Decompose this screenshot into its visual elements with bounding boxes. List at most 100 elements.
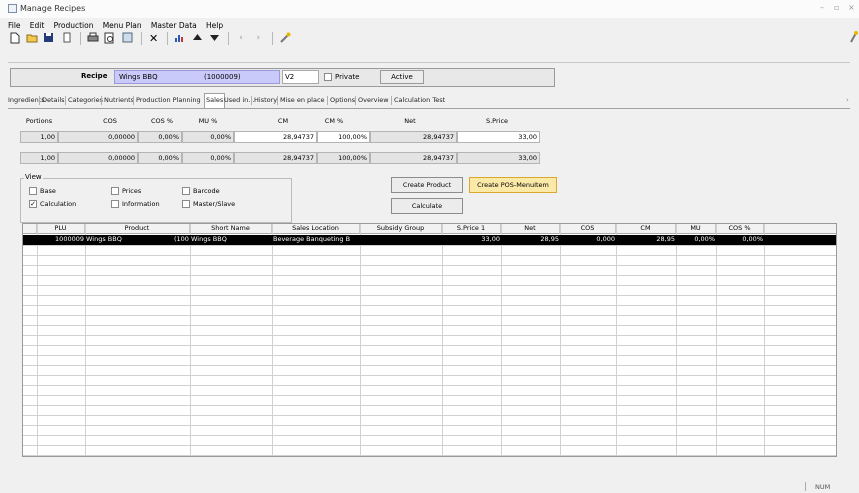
- settings-icon[interactable]: [278, 32, 291, 45]
- calc-sprice[interactable]: 33,00: [457, 131, 540, 143]
- tab-history[interactable]: History: [254, 94, 277, 107]
- th-short-name[interactable]: Short Name: [190, 224, 272, 234]
- chart-icon[interactable]: [174, 32, 187, 45]
- grid-row-line: [23, 295, 836, 296]
- grid-col-line: [501, 224, 502, 456]
- num-lock-indicator: NUM: [815, 483, 831, 491]
- status-bar: [0, 480, 859, 493]
- open-icon[interactable]: [25, 32, 38, 45]
- base-checkbox[interactable]: [29, 187, 37, 195]
- tab-sales[interactable]: Sales: [204, 93, 226, 108]
- grid-col-line: [442, 224, 443, 456]
- th-sprice1[interactable]: S.Price 1: [442, 224, 501, 234]
- right-toolbar-icon[interactable]: [849, 30, 858, 44]
- private-checkbox[interactable]: [324, 73, 332, 81]
- grid-row-line: [23, 435, 836, 436]
- master-slave-checkbox[interactable]: [182, 200, 190, 208]
- grid-row-line: [23, 415, 836, 416]
- copy-icon[interactable]: [60, 32, 73, 45]
- th-cm[interactable]: CM: [616, 224, 676, 234]
- th-mu[interactable]: MU: [676, 224, 716, 234]
- th-product[interactable]: Product: [85, 224, 190, 234]
- title-bar: [0, 0, 859, 18]
- table-row[interactable]: 1000009 Wings BBQ (100 Wings BBQ Beverag…: [23, 235, 836, 245]
- calc-cm[interactable]: 28,94737: [234, 131, 317, 143]
- grid-col-line: [676, 224, 677, 456]
- barcode-label: Barcode: [193, 187, 220, 195]
- tab-overview[interactable]: Overview: [358, 94, 389, 107]
- menu-help[interactable]: Help: [206, 21, 223, 30]
- menu-edit[interactable]: Edit: [30, 21, 45, 30]
- tab-used-in[interactable]: Used in...: [224, 94, 254, 107]
- save-icon[interactable]: [42, 32, 55, 45]
- up-arrow-icon[interactable]: [191, 32, 204, 45]
- tab-categories[interactable]: Categories: [68, 94, 103, 107]
- close-button[interactable]: ×: [848, 3, 855, 12]
- calc-portions[interactable]: 1,00: [20, 131, 58, 143]
- tab-nutrients[interactable]: Nutrients: [104, 94, 134, 107]
- tab-details[interactable]: Details: [42, 94, 65, 107]
- grid-col-line: [360, 224, 361, 456]
- menu-bar: File Edit Production Menu Plan Master Da…: [0, 18, 859, 31]
- menu-production[interactable]: Production: [54, 21, 94, 30]
- th-cos-pct[interactable]: COS %: [716, 224, 764, 234]
- grid-row-line: [23, 355, 836, 356]
- menu-file[interactable]: File: [8, 21, 21, 30]
- calc-cos-pct-2: 0,00%: [138, 152, 182, 164]
- th-cos[interactable]: COS: [560, 224, 616, 234]
- window-title: Manage Recipes: [20, 4, 86, 13]
- tab-calculation-test[interactable]: Calculation Test: [394, 94, 445, 107]
- information-checkbox[interactable]: [111, 200, 119, 208]
- grid-row-line: [23, 315, 836, 316]
- cell-sales-location: Beverage Banqueting B: [273, 235, 351, 243]
- th-sales-location[interactable]: Sales Location: [272, 224, 360, 234]
- grid-row-line: [23, 265, 836, 266]
- th-plu[interactable]: PLU: [37, 224, 85, 234]
- grid-col-line: [616, 224, 617, 456]
- grid-row-line: [23, 425, 836, 426]
- th-net[interactable]: Net: [501, 224, 560, 234]
- minimize-button[interactable]: –: [820, 3, 824, 12]
- cell-product-code: (100: [174, 235, 189, 243]
- maximize-button[interactable]: ▫: [834, 3, 839, 12]
- create-product-button[interactable]: Create Product: [391, 177, 463, 193]
- calc-sprice-2: 33,00: [457, 152, 540, 164]
- active-button[interactable]: Active: [380, 70, 424, 84]
- information-label: Information: [122, 200, 160, 208]
- tab-options[interactable]: Options: [330, 94, 355, 107]
- master-slave-label: Master/Slave: [193, 200, 236, 208]
- preview-icon[interactable]: [103, 32, 116, 45]
- down-arrow-icon[interactable]: [208, 32, 221, 45]
- barcode-checkbox[interactable]: [182, 187, 190, 195]
- redo-icon[interactable]: ›: [252, 32, 265, 45]
- col-header-portions: Portions: [25, 117, 53, 125]
- col-header-mu-pct: MU %: [198, 117, 218, 125]
- menu-master-data[interactable]: Master Data: [151, 21, 197, 30]
- tab-scroll-arrow-icon[interactable]: ›: [846, 96, 849, 104]
- new-icon[interactable]: [8, 32, 21, 45]
- export-icon[interactable]: [121, 32, 134, 45]
- th-subsidy-group[interactable]: Subsidy Group: [360, 224, 442, 234]
- cell-subsidy-group: [360, 235, 442, 245]
- grid-row-line: [23, 275, 836, 276]
- delete-icon[interactable]: ✕: [147, 32, 160, 45]
- grid-col-line: [716, 224, 717, 456]
- calculate-button[interactable]: Calculate: [391, 198, 463, 214]
- col-header-cos: COS: [103, 117, 117, 125]
- app-icon: [8, 4, 17, 13]
- print-icon[interactable]: [86, 32, 99, 45]
- cell-cos-pct: 0,00%: [742, 235, 763, 243]
- tab-production-planning[interactable]: Production Planning: [136, 94, 201, 107]
- tab-mise-en-place[interactable]: Mise en place: [280, 94, 325, 107]
- calc-portions-2: 1,00: [20, 152, 58, 164]
- calculation-checkbox[interactable]: ✓: [29, 200, 37, 208]
- grid-col-line: [272, 224, 273, 456]
- menu-menu-plan[interactable]: Menu Plan: [103, 21, 142, 30]
- undo-icon[interactable]: ‹: [235, 32, 248, 45]
- calc-cm-pct[interactable]: 100,00%: [317, 131, 370, 143]
- toolbar: ✕ ‹ ›: [8, 32, 293, 49]
- cell-product: Wings BBQ: [86, 235, 122, 243]
- create-pos-menuitem-button[interactable]: Create POS-MenuItem: [469, 177, 557, 193]
- prices-checkbox[interactable]: [111, 187, 119, 195]
- grid-row-line: [23, 455, 836, 456]
